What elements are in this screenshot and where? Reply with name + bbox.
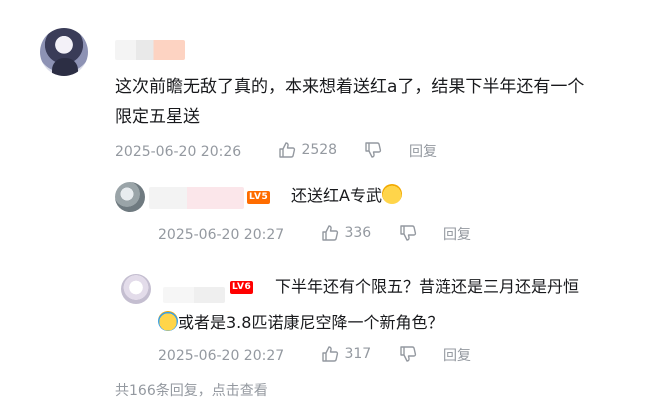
reply-text: 还送红A专武 [291, 184, 402, 208]
reply-time: 2025-06-20 20:27 [158, 227, 285, 243]
level-badge: LV6 [230, 281, 254, 294]
like-button[interactable]: 2528 [277, 140, 337, 160]
reply-dislike-button[interactable] [398, 344, 418, 364]
thumbs-up-icon [279, 142, 296, 158]
thumbs-down-icon [400, 346, 417, 362]
thumbs-up-icon [322, 225, 339, 241]
reply-like-button[interactable]: 317 [320, 344, 371, 364]
reply-text-content: 还送红A专武 [291, 186, 382, 205]
thumbs-down-icon [400, 225, 417, 241]
reply-like-count: 336 [344, 225, 372, 241]
reply-avatar[interactable] [121, 274, 151, 304]
reply-dislike-button[interactable] [398, 223, 418, 243]
thumbs-up-icon [322, 346, 339, 362]
comment-text-line-2: 限定五星送 [115, 107, 200, 127]
reply-like-count: 317 [344, 346, 372, 362]
like-count: 2528 [301, 142, 338, 158]
username-blurred[interactable] [115, 40, 185, 60]
dislike-button[interactable] [363, 140, 383, 160]
reply-username-blurred[interactable] [163, 287, 225, 303]
reply-time: 2025-06-20 20:27 [158, 348, 285, 364]
thumbs-down-icon [365, 142, 382, 158]
reply-text-line-1: 下半年还有个限五？昔涟还是三月还是丹恒 [275, 277, 580, 296]
view-all-replies-link[interactable]: 共166条回复，点击查看 [115, 380, 268, 400]
crying-emoji-icon [158, 311, 178, 331]
reply-reply-button[interactable]: 回复 [443, 225, 471, 245]
comment-meta: 2025-06-20 20:26 [115, 142, 241, 162]
reply-button[interactable]: 回复 [409, 142, 437, 162]
comment-text-line-1: 这次前瞻无敌了真的，本来想着送红a了，结果下半年还有一个 [115, 77, 585, 97]
reply-like-button[interactable]: 336 [320, 223, 371, 243]
avatar[interactable] [40, 28, 88, 76]
cat-emoji-icon [381, 184, 402, 204]
reply-username-blurred[interactable] [149, 187, 244, 209]
comment-time: 2025-06-20 20:26 [115, 144, 242, 160]
reply-reply-button[interactable]: 回复 [443, 346, 471, 366]
level-badge: LV5 [247, 191, 271, 204]
reply-avatar[interactable] [115, 182, 145, 212]
reply-text-line-2-content: 或者是3.8匹诺康尼空降一个新角色？ [178, 313, 444, 332]
reply-text-line-2: 或者是3.8匹诺康尼空降一个新角色？ [158, 311, 443, 335]
